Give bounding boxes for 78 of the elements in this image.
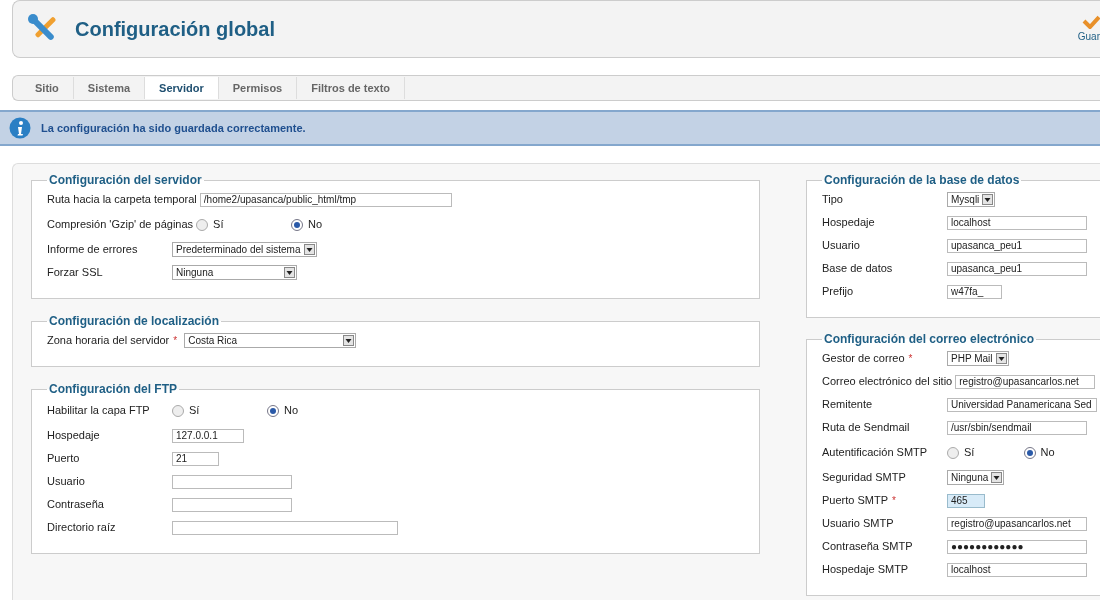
field-label: Seguridad SMTP bbox=[822, 470, 906, 486]
caret-icon bbox=[343, 335, 355, 346]
required-mark: * bbox=[173, 334, 178, 348]
radio-option[interactable]: Sí bbox=[172, 402, 267, 419]
caret-icon bbox=[982, 194, 994, 205]
field-label: Compresión 'Gzip' de páginas bbox=[47, 217, 194, 233]
tab[interactable]: Filtros de texto bbox=[297, 76, 406, 100]
field-label: Habilitar la capa FTP bbox=[47, 403, 150, 419]
group-title: Configuración del correo electrónico bbox=[823, 333, 1036, 345]
field-label: Directorio raíz bbox=[47, 520, 116, 536]
input-field[interactable]: w47fa_ bbox=[947, 284, 1002, 299]
dropdown[interactable]: Predeterminado del sistema bbox=[172, 242, 317, 257]
field-label: Hospedaje bbox=[822, 215, 875, 231]
radio-option[interactable]: Sí bbox=[196, 216, 292, 233]
group-title: Configuración de localización bbox=[48, 315, 221, 327]
input-field[interactable]: ●●●●●●●●●●●● bbox=[947, 539, 1087, 554]
field-label: Remitente bbox=[822, 397, 873, 413]
input-field[interactable]: upasanca_peu1 bbox=[947, 238, 1087, 253]
radio-option[interactable]: Sí bbox=[947, 444, 1024, 461]
radio-option[interactable]: No bbox=[267, 402, 362, 419]
dropdown[interactable]: Costa Rica bbox=[184, 333, 357, 348]
field-label: Contraseña bbox=[47, 497, 104, 513]
field-label: Contraseña SMTP bbox=[822, 539, 913, 555]
input-field[interactable]: registro@upasancarlos.net bbox=[947, 516, 1087, 531]
caret-icon bbox=[303, 244, 315, 255]
group-title: Configuración de la base de datos bbox=[823, 174, 1021, 186]
dropdown[interactable]: Ninguna bbox=[172, 265, 297, 280]
field-label: Usuario SMTP bbox=[822, 516, 894, 532]
input-field[interactable]: 21 bbox=[172, 451, 219, 466]
field-label: Gestor de correo bbox=[822, 351, 905, 367]
field-label: Tipo bbox=[822, 192, 843, 208]
dropdown[interactable]: Ninguna bbox=[947, 470, 1005, 485]
caret-icon bbox=[995, 353, 1007, 364]
info-icon bbox=[9, 117, 31, 139]
input-field[interactable]: localhost bbox=[947, 215, 1087, 230]
field-label: Hospedaje bbox=[47, 428, 100, 444]
save-button[interactable]: Guar bbox=[1077, 14, 1100, 44]
required-mark: * bbox=[892, 494, 896, 508]
input-field[interactable] bbox=[172, 497, 292, 512]
field-label: Prefijo bbox=[822, 284, 854, 300]
input-field[interactable] bbox=[172, 474, 292, 489]
field-label: Hospedaje SMTP bbox=[822, 562, 909, 578]
input-field[interactable] bbox=[172, 520, 398, 535]
field-label: Base de datos bbox=[822, 261, 893, 277]
input-field[interactable]: 127.0.0.1 bbox=[172, 428, 244, 443]
tab[interactable]: Servidor bbox=[145, 76, 219, 100]
group-title: Configuración del servidor bbox=[48, 174, 203, 186]
input-field[interactable]: Universidad Panamericana Sed bbox=[947, 397, 1097, 412]
field-label: Informe de errores bbox=[47, 242, 138, 258]
dropdown[interactable]: Mysqli bbox=[947, 192, 996, 207]
page-title: Configuración global bbox=[75, 17, 275, 41]
radio-option[interactable]: No bbox=[291, 216, 387, 233]
input-field[interactable]: registro@upasancarlos.net bbox=[955, 374, 1096, 389]
check-icon bbox=[1082, 14, 1100, 29]
success-message: La configuración ha sido guardada correctamente. bbox=[41, 120, 306, 136]
field-label: Ruta hacia la carpeta temporal bbox=[47, 192, 197, 208]
caret-icon bbox=[284, 267, 295, 278]
field-label: Usuario bbox=[822, 238, 860, 254]
dropdown[interactable]: PHP Mail bbox=[947, 351, 1009, 366]
input-field[interactable]: /home2/upasanca/public_html/tmp bbox=[199, 192, 452, 207]
input-field[interactable]: /usr/sbin/sendmail bbox=[947, 420, 1087, 435]
radio-option[interactable]: No bbox=[1023, 444, 1100, 461]
field-label: Puerto SMTP bbox=[822, 493, 889, 509]
field-label: Usuario bbox=[47, 474, 85, 490]
caret-icon bbox=[991, 472, 1003, 483]
tab[interactable]: Permisos bbox=[218, 76, 298, 100]
field-label: Correo electrónico del sitio bbox=[822, 374, 953, 390]
field-label: Puerto bbox=[47, 451, 80, 467]
input-field[interactable]: 465 bbox=[947, 493, 985, 508]
required-mark: * bbox=[908, 352, 913, 366]
field-label: Autentificación SMTP bbox=[822, 445, 928, 461]
tab[interactable]: Sitio bbox=[21, 76, 74, 100]
field-label: Ruta de Sendmail bbox=[822, 420, 910, 436]
input-field[interactable]: upasanca_peu1 bbox=[947, 261, 1087, 276]
field-label: Zona horaria del servidor bbox=[47, 333, 170, 349]
input-field[interactable]: localhost bbox=[947, 562, 1087, 577]
field-label: Forzar SSL bbox=[47, 265, 103, 281]
group-title: Configuración del FTP bbox=[48, 383, 178, 395]
